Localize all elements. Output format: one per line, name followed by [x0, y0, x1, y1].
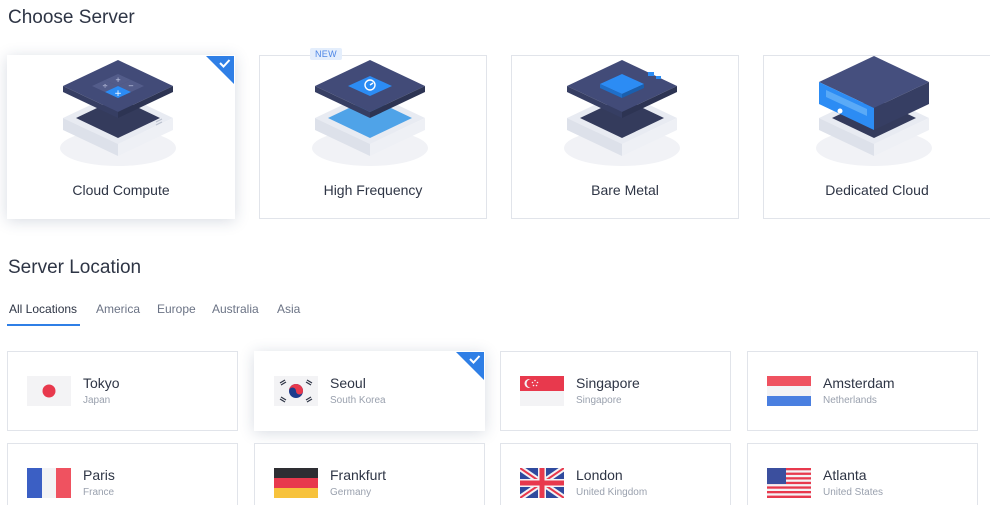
location-city: London — [576, 467, 623, 483]
singapore-flag-icon — [520, 376, 564, 406]
location-country: South Korea — [330, 395, 386, 406]
location-card-london[interactable]: London United Kingdom — [500, 443, 731, 505]
location-country: Germany — [330, 487, 372, 498]
france-flag-icon — [27, 468, 71, 498]
tab-asia[interactable]: Asia — [277, 302, 300, 316]
location-city: Tokyo — [83, 375, 120, 391]
netherlands-flag-icon — [767, 376, 811, 406]
germany-flag-icon — [274, 468, 318, 498]
location-card-atlanta[interactable]: Atlanta United States — [747, 443, 978, 505]
selected-check-icon — [206, 56, 234, 84]
server-card-label: Cloud Compute — [72, 182, 170, 198]
usa-flag-icon — [767, 468, 811, 498]
south-korea-flag-icon — [274, 376, 318, 406]
svg-text:÷: ÷ — [102, 82, 108, 90]
location-card-seoul[interactable]: Seoul South Korea — [254, 351, 485, 431]
location-card-paris[interactable]: Paris France — [7, 443, 238, 505]
location-card-tokyo[interactable]: Tokyo Japan — [7, 351, 238, 431]
location-country: Japan — [83, 395, 111, 406]
uk-flag-icon — [520, 468, 564, 498]
japan-flag-icon — [27, 376, 71, 406]
svg-text:+: + — [114, 89, 122, 99]
location-country: Singapore — [576, 395, 622, 406]
location-city: Frankfurt — [330, 467, 387, 483]
server-card-dedicated-cloud[interactable]: Dedicated Cloud — [763, 55, 990, 219]
server-location-title: Server Location — [8, 257, 142, 278]
cloud-compute-icon: + ÷ + − — [60, 60, 176, 166]
location-card-frankfurt[interactable]: Frankfurt Germany — [254, 443, 485, 505]
choose-server-title: Choose Server — [8, 7, 135, 28]
location-card-amsterdam[interactable]: Amsterdam Netherlands — [747, 351, 978, 431]
location-city: Amsterdam — [823, 375, 895, 391]
tab-all-locations[interactable]: All Locations — [9, 302, 77, 316]
server-card-cloud-compute[interactable]: + ÷ + − Cloud Compute — [7, 55, 235, 219]
server-card-label: Dedicated Cloud — [825, 182, 929, 198]
new-badge: NEW — [310, 48, 342, 60]
selected-check-icon — [456, 352, 484, 380]
location-country: France — [83, 487, 115, 498]
location-city: Seoul — [330, 375, 366, 391]
server-card-bare-metal[interactable]: Bare Metal — [511, 55, 739, 219]
location-country: Netherlands — [823, 395, 877, 406]
server-card-high-frequency[interactable]: High Frequency — [259, 55, 487, 219]
location-country: United States — [823, 487, 884, 498]
location-country: United Kingdom — [576, 487, 648, 498]
location-card-singapore[interactable]: Singapore Singapore — [500, 351, 731, 431]
svg-text:−: − — [128, 82, 134, 90]
tab-europe[interactable]: Europe — [157, 302, 196, 316]
svg-text:+: + — [115, 76, 121, 84]
high-frequency-icon — [312, 60, 428, 166]
active-tab-indicator — [7, 324, 80, 326]
tab-australia[interactable]: Australia — [212, 302, 259, 316]
tab-america[interactable]: America — [96, 302, 140, 316]
location-city: Singapore — [576, 375, 640, 391]
bare-metal-icon — [564, 60, 680, 166]
dedicated-cloud-icon — [816, 56, 932, 166]
server-card-label: High Frequency — [323, 182, 423, 198]
server-card-label: Bare Metal — [591, 182, 659, 198]
location-city: Paris — [83, 467, 115, 483]
location-city: Atlanta — [823, 467, 867, 483]
